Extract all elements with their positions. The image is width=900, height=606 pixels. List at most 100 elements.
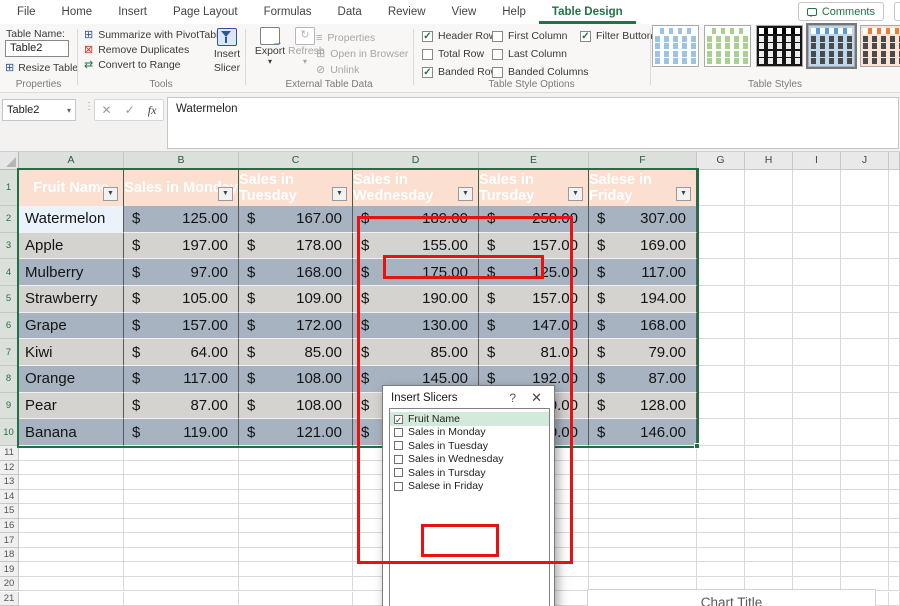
- cell[interactable]: [19, 475, 124, 490]
- insert-function-icon[interactable]: fx: [148, 103, 157, 118]
- row-header-13[interactable]: 13: [0, 475, 19, 490]
- cell[interactable]: [239, 591, 353, 606]
- sales-value-cell[interactable]: $85.00: [239, 339, 353, 366]
- slicer-field-sales-in-tuesday[interactable]: Sales in Tuesday: [390, 439, 549, 453]
- row-header-9[interactable]: 9: [0, 392, 19, 420]
- cell[interactable]: [889, 460, 900, 476]
- row-header-15[interactable]: 15: [0, 504, 19, 519]
- cell[interactable]: [793, 518, 841, 534]
- cell[interactable]: [589, 489, 697, 505]
- confirm-entry-icon[interactable]: ✓: [125, 103, 135, 117]
- row-header-7[interactable]: 7: [0, 339, 19, 366]
- cell[interactable]: [889, 286, 900, 313]
- cell[interactable]: [889, 533, 900, 548]
- tab-insert[interactable]: Insert: [105, 0, 160, 24]
- cell[interactable]: [745, 339, 793, 366]
- dialog-close-icon[interactable]: ✕: [531, 390, 542, 406]
- cell[interactable]: [697, 232, 745, 260]
- checkbox-total-row[interactable]: Total Row: [422, 48, 484, 60]
- cell[interactable]: [19, 562, 124, 577]
- cell[interactable]: [124, 489, 239, 505]
- cell[interactable]: [19, 547, 124, 563]
- name-box[interactable]: Table2 ▾: [2, 99, 76, 121]
- column-header-G[interactable]: G: [697, 152, 745, 170]
- checkbox-filter-button[interactable]: ✓ Filter Button: [580, 30, 653, 42]
- table-style-dark-black[interactable]: [756, 25, 803, 67]
- tab-page-layout[interactable]: Page Layout: [160, 0, 251, 24]
- cut-off-button[interactable]: [894, 2, 900, 21]
- cell[interactable]: [889, 591, 900, 606]
- table-style-light-green[interactable]: [704, 25, 751, 67]
- row-header-8[interactable]: 8: [0, 366, 19, 393]
- properties-button[interactable]: ≡ Properties: [316, 30, 408, 46]
- cell[interactable]: [745, 419, 793, 447]
- filter-dropdown-icon[interactable]: ▼: [103, 187, 118, 201]
- embedded-chart[interactable]: Chart Title $400.00 $200.00 $- Wa...App.…: [587, 589, 876, 606]
- sales-value-cell[interactable]: $81.00: [479, 339, 589, 366]
- cell[interactable]: [841, 419, 889, 447]
- dialog-help-icon[interactable]: ?: [509, 391, 516, 405]
- row-header-14[interactable]: 14: [0, 489, 19, 505]
- cell[interactable]: [793, 460, 841, 476]
- cell[interactable]: [889, 312, 900, 340]
- unlink-button[interactable]: ⊘ Unlink: [316, 62, 408, 78]
- cell[interactable]: [841, 518, 889, 534]
- sales-value-cell[interactable]: $87.00: [589, 366, 697, 393]
- cell[interactable]: [697, 366, 745, 393]
- cell[interactable]: [793, 366, 841, 393]
- table-name-input[interactable]: Table2: [5, 40, 69, 57]
- cell[interactable]: [793, 206, 841, 233]
- filter-dropdown-icon[interactable]: ▼: [458, 187, 473, 201]
- column-header-I[interactable]: I: [793, 152, 841, 170]
- cell[interactable]: [19, 489, 124, 505]
- column-header-B[interactable]: B: [124, 152, 239, 170]
- cancel-entry-icon[interactable]: ✕: [102, 103, 112, 117]
- sales-value-cell[interactable]: $169.00: [589, 232, 697, 260]
- cell[interactable]: [589, 547, 697, 563]
- cell[interactable]: [697, 489, 745, 505]
- cell[interactable]: [889, 259, 900, 286]
- row-header-20[interactable]: 20: [0, 576, 19, 592]
- cell[interactable]: [745, 489, 793, 505]
- open-in-browser-button[interactable]: ⊞ Open in Browser: [316, 46, 408, 62]
- row-header-17[interactable]: 17: [0, 533, 19, 548]
- cell[interactable]: [697, 392, 745, 420]
- cell[interactable]: [239, 460, 353, 476]
- cell[interactable]: [19, 533, 124, 548]
- fruit-name-cell[interactable]: Pear: [19, 392, 124, 420]
- fruit-name-cell[interactable]: Orange: [19, 366, 124, 393]
- cell[interactable]: [19, 591, 124, 606]
- tab-formulas[interactable]: Formulas: [251, 0, 325, 24]
- cell[interactable]: [793, 475, 841, 490]
- column-header-D[interactable]: D: [353, 152, 479, 170]
- cell[interactable]: [19, 576, 124, 592]
- cell[interactable]: [124, 460, 239, 476]
- cell[interactable]: [124, 504, 239, 519]
- cell[interactable]: [841, 366, 889, 393]
- slicer-field-sales-in-monday[interactable]: Sales in Monday: [390, 425, 549, 439]
- cell[interactable]: [697, 475, 745, 490]
- cell[interactable]: [841, 259, 889, 286]
- comments-button[interactable]: Comments: [797, 2, 884, 21]
- table-style-medium-orange[interactable]: [860, 25, 900, 67]
- cell[interactable]: [889, 170, 900, 206]
- cell[interactable]: [889, 392, 900, 420]
- filter-dropdown-icon[interactable]: ▼: [676, 187, 691, 201]
- sales-value-cell[interactable]: $125.00: [479, 259, 589, 286]
- cell[interactable]: [793, 312, 841, 340]
- cell[interactable]: [745, 312, 793, 340]
- slicer-field-fruit-name[interactable]: ✓ Fruit Name: [390, 412, 549, 426]
- cell[interactable]: [239, 533, 353, 548]
- filter-dropdown-icon[interactable]: ▼: [332, 187, 347, 201]
- column-header-C[interactable]: C: [239, 152, 353, 170]
- cell[interactable]: [793, 286, 841, 313]
- cell[interactable]: [697, 286, 745, 313]
- column-header-E[interactable]: E: [479, 152, 589, 170]
- sales-value-cell[interactable]: $146.00: [589, 419, 697, 447]
- tab-home[interactable]: Home: [49, 0, 106, 24]
- sales-value-cell[interactable]: $194.00: [589, 286, 697, 313]
- cell[interactable]: [793, 504, 841, 519]
- checkbox-first-column[interactable]: First Column: [492, 30, 568, 42]
- cell[interactable]: [745, 259, 793, 286]
- row-header-1[interactable]: 1: [0, 170, 19, 206]
